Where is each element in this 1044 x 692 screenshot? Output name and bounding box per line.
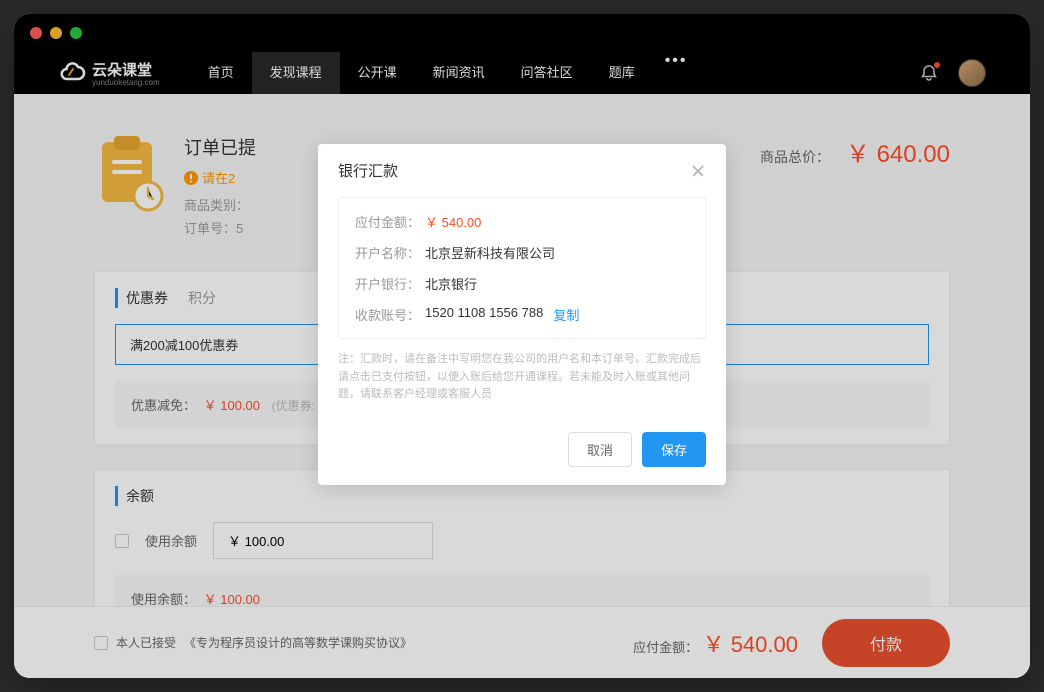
info-bank-value: 北京银行 — [425, 274, 477, 293]
info-name-label: 开户名称： — [355, 243, 425, 262]
modal-header: 银行汇款 — [318, 144, 726, 197]
info-account-label: 收款账号： — [355, 305, 425, 324]
info-name-value: 北京昱新科技有限公司 — [425, 243, 555, 262]
modal-overlay: 银行汇款 应付金额： ￥ 540.00 开户名称： 北京昱新科技有限公司 开户银… — [14, 14, 1030, 678]
modal-info: 应付金额： ￥ 540.00 开户名称： 北京昱新科技有限公司 开户银行： 北京… — [338, 197, 706, 339]
info-account-value: 1520 1108 1556 788 — [425, 305, 543, 324]
modal-footer: 取消 保存 — [318, 420, 726, 485]
browser-window: 云朵课堂 yunduoketang.com 首页 发现课程 公开课 新闻资讯 问… — [14, 14, 1030, 678]
modal-note: 注：汇款时，请在备注中写明您在我公司的用户名和本订单号。汇款完成后请点击已支付按… — [338, 351, 706, 404]
info-amount-value: ￥ 540.00 — [425, 212, 481, 231]
modal: 银行汇款 应付金额： ￥ 540.00 开户名称： 北京昱新科技有限公司 开户银… — [318, 144, 726, 485]
info-amount-label: 应付金额： — [355, 212, 425, 231]
modal-title: 银行汇款 — [338, 160, 398, 181]
close-icon[interactable] — [690, 163, 706, 179]
info-bank-row: 开户银行： 北京银行 — [355, 274, 689, 293]
info-amount-row: 应付金额： ￥ 540.00 — [355, 212, 689, 231]
cancel-button[interactable]: 取消 — [568, 432, 632, 467]
info-name-row: 开户名称： 北京昱新科技有限公司 — [355, 243, 689, 262]
modal-body: 应付金额： ￥ 540.00 开户名称： 北京昱新科技有限公司 开户银行： 北京… — [318, 197, 726, 420]
save-button[interactable]: 保存 — [642, 432, 706, 467]
info-bank-label: 开户银行： — [355, 274, 425, 293]
copy-link[interactable]: 复制 — [553, 305, 579, 324]
info-account-row: 收款账号： 1520 1108 1556 788 复制 — [355, 305, 689, 324]
